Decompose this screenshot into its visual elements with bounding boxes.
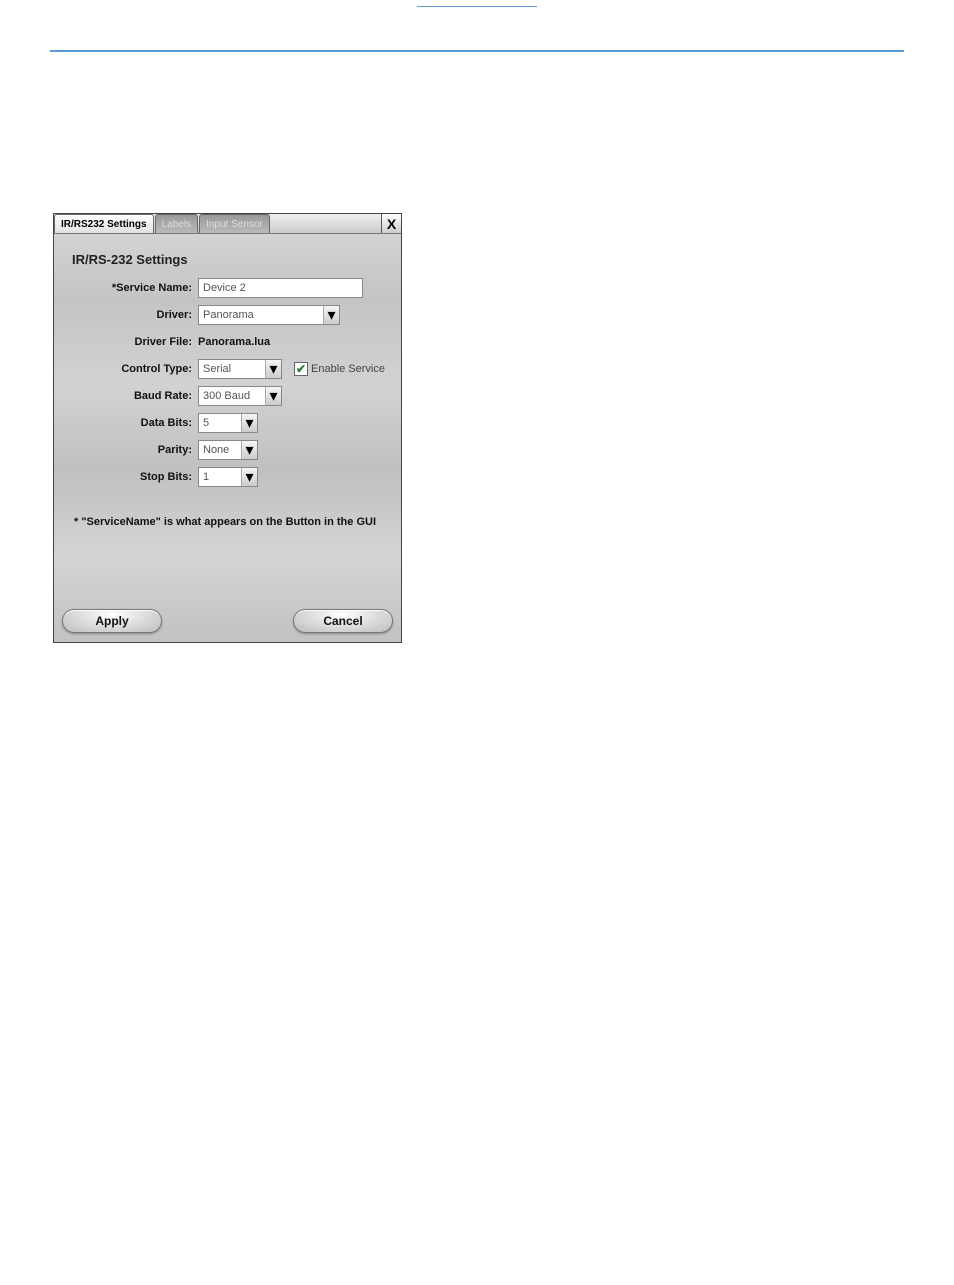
chevron-down-icon[interactable]: ▾ <box>265 387 281 405</box>
tab-bar: IR/RS232 Settings Labels Input Sensor X <box>54 214 401 234</box>
row-driver: Driver: Panorama ▾ <box>68 304 387 326</box>
chevron-down-icon[interactable]: ▾ <box>323 306 339 324</box>
chevron-down-icon[interactable]: ▾ <box>265 360 281 378</box>
driver-select[interactable]: Panorama ▾ <box>198 305 340 325</box>
row-data-bits: Data Bits: 5 ▾ <box>68 412 387 434</box>
label-driver: Driver: <box>68 309 198 321</box>
enable-service-checkbox[interactable]: ✔ Enable Service <box>294 362 385 376</box>
button-bar: Apply Cancel <box>54 600 401 642</box>
row-parity: Parity: None ▾ <box>68 439 387 461</box>
panel-body: IR/RS-232 Settings *Service Name: Driver… <box>54 234 401 600</box>
baud-rate-select-text: 300 Baud <box>199 389 265 403</box>
hint-text: * "ServiceName" is what appears on the B… <box>74 516 387 528</box>
tab-labels[interactable]: Labels <box>155 214 198 233</box>
row-stop-bits: Stop Bits: 1 ▾ <box>68 466 387 488</box>
label-baud-rate: Baud Rate: <box>68 390 198 402</box>
label-driver-file: Driver File: <box>68 336 198 348</box>
checkbox-box: ✔ <box>294 362 308 376</box>
chevron-down-icon[interactable]: ▾ <box>241 441 257 459</box>
tab-label: Labels <box>162 219 191 230</box>
enable-service-label: Enable Service <box>311 363 385 375</box>
tab-input-sensor[interactable]: Input Sensor <box>199 214 270 233</box>
tab-ir-rs232-settings[interactable]: IR/RS232 Settings <box>54 214 154 233</box>
label-data-bits: Data Bits: <box>68 417 198 429</box>
driver-file-value: Panorama.lua <box>198 336 270 348</box>
tab-label: IR/RS232 Settings <box>61 219 147 230</box>
header-rule <box>50 50 904 52</box>
label-stop-bits: Stop Bits: <box>68 471 198 483</box>
button-label: Cancel <box>323 614 362 628</box>
label-parity: Parity: <box>68 444 198 456</box>
driver-select-text: Panorama <box>199 308 323 322</box>
close-button[interactable]: X <box>381 214 401 233</box>
footer <box>50 6 904 7</box>
control-type-select[interactable]: Serial ▾ <box>198 359 282 379</box>
stop-bits-select-text: 1 <box>199 470 241 484</box>
chevron-down-icon[interactable]: ▾ <box>241 468 257 486</box>
label-service-name: *Service Name: <box>68 282 198 294</box>
tab-label: Input Sensor <box>206 219 263 230</box>
parity-select-text: None <box>199 443 241 457</box>
row-baud-rate: Baud Rate: 300 Baud ▾ <box>68 385 387 407</box>
data-bits-select-text: 5 <box>199 416 241 430</box>
data-bits-select[interactable]: 5 ▾ <box>198 413 258 433</box>
check-icon: ✔ <box>296 364 306 374</box>
settings-dialog: IR/RS232 Settings Labels Input Sensor X … <box>53 213 402 643</box>
control-type-select-text: Serial <box>199 362 265 376</box>
row-driver-file: Driver File: Panorama.lua <box>68 331 387 353</box>
close-icon: X <box>387 216 396 232</box>
service-name-input[interactable] <box>198 278 363 298</box>
chevron-down-icon[interactable]: ▾ <box>241 414 257 432</box>
label-control-type: Control Type: <box>68 363 198 375</box>
row-control-type: Control Type: Serial ▾ ✔ Enable Service <box>68 358 387 380</box>
row-service-name: *Service Name: <box>68 277 387 299</box>
footer-link-bar <box>50 6 904 7</box>
stop-bits-select[interactable]: 1 ▾ <box>198 467 258 487</box>
parity-select[interactable]: None ▾ <box>198 440 258 460</box>
panel-title: IR/RS-232 Settings <box>72 252 387 267</box>
footer-link-underline <box>417 6 537 7</box>
apply-button[interactable]: Apply <box>62 609 162 633</box>
baud-rate-select[interactable]: 300 Baud ▾ <box>198 386 282 406</box>
cancel-button[interactable]: Cancel <box>293 609 393 633</box>
button-label: Apply <box>95 614 128 628</box>
